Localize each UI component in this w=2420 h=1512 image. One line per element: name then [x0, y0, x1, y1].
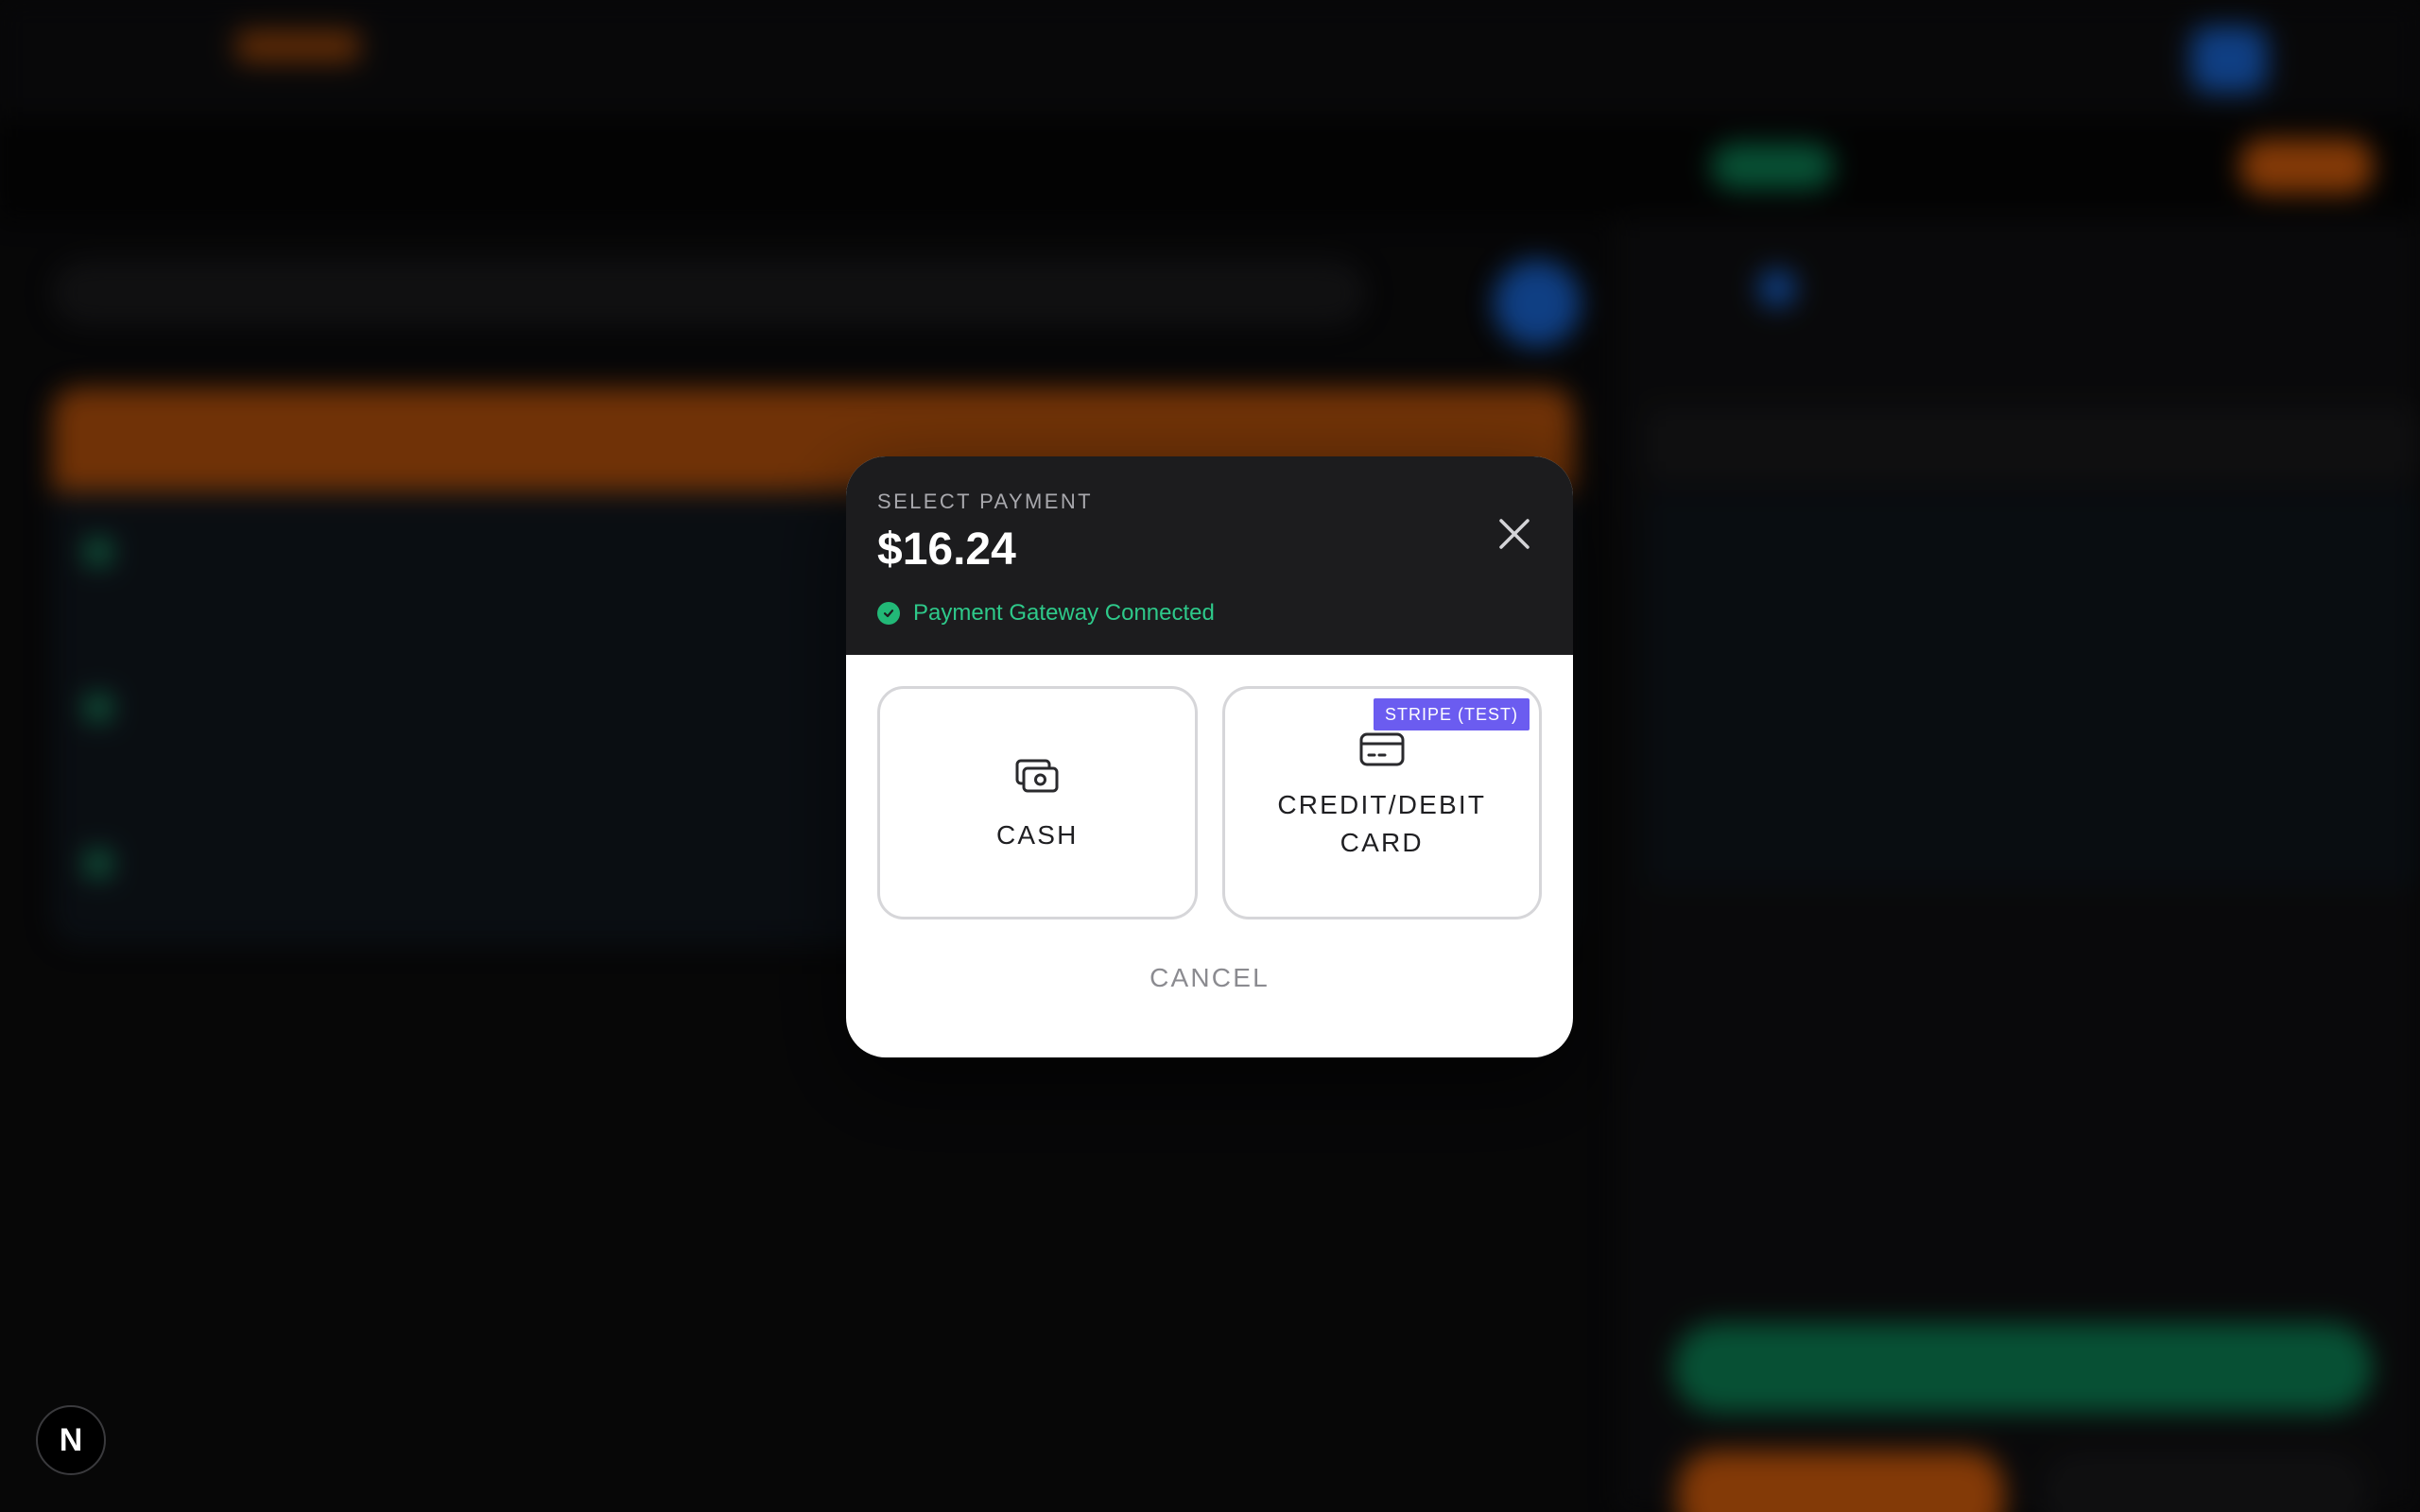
- cash-option[interactable]: CASH: [877, 686, 1198, 919]
- modal-header: SELECT PAYMENT $16.24 Payment Gateway Co…: [846, 456, 1573, 655]
- cancel-button[interactable]: CANCEL: [1150, 963, 1270, 993]
- payment-options: CASH STRIPE (TEST) CREDIT/DEBIT CARD: [877, 686, 1542, 919]
- credit-card-icon: [1359, 732, 1405, 765]
- cash-option-label: CASH: [995, 819, 1079, 850]
- close-button[interactable]: [1492, 511, 1537, 557]
- select-payment-modal: SELECT PAYMENT $16.24 Payment Gateway Co…: [846, 456, 1573, 1057]
- gateway-status: Payment Gateway Connected: [877, 599, 1542, 627]
- nextjs-logo-icon: N: [59, 1422, 83, 1458]
- modal-body: CASH STRIPE (TEST) CREDIT/DEBIT CARD CAN…: [846, 655, 1573, 993]
- card-option[interactable]: STRIPE (TEST) CREDIT/DEBIT CARD: [1221, 686, 1542, 919]
- nextjs-dev-badge[interactable]: N: [36, 1405, 106, 1475]
- modal-title: SELECT PAYMENT: [877, 490, 1093, 513]
- pos-screen: SELECT PAYMENT $16.24 Payment Gateway Co…: [0, 0, 2420, 1512]
- close-icon: [1499, 519, 1530, 549]
- check-circle-icon: [877, 602, 900, 625]
- cash-icon: [1015, 759, 1059, 792]
- stripe-test-badge: STRIPE (TEST): [1373, 698, 1530, 730]
- gateway-status-text: Payment Gateway Connected: [913, 600, 1215, 626]
- payment-amount: $16.24: [877, 524, 1016, 575]
- card-option-label: CREDIT/DEBIT CARD: [1277, 789, 1487, 857]
